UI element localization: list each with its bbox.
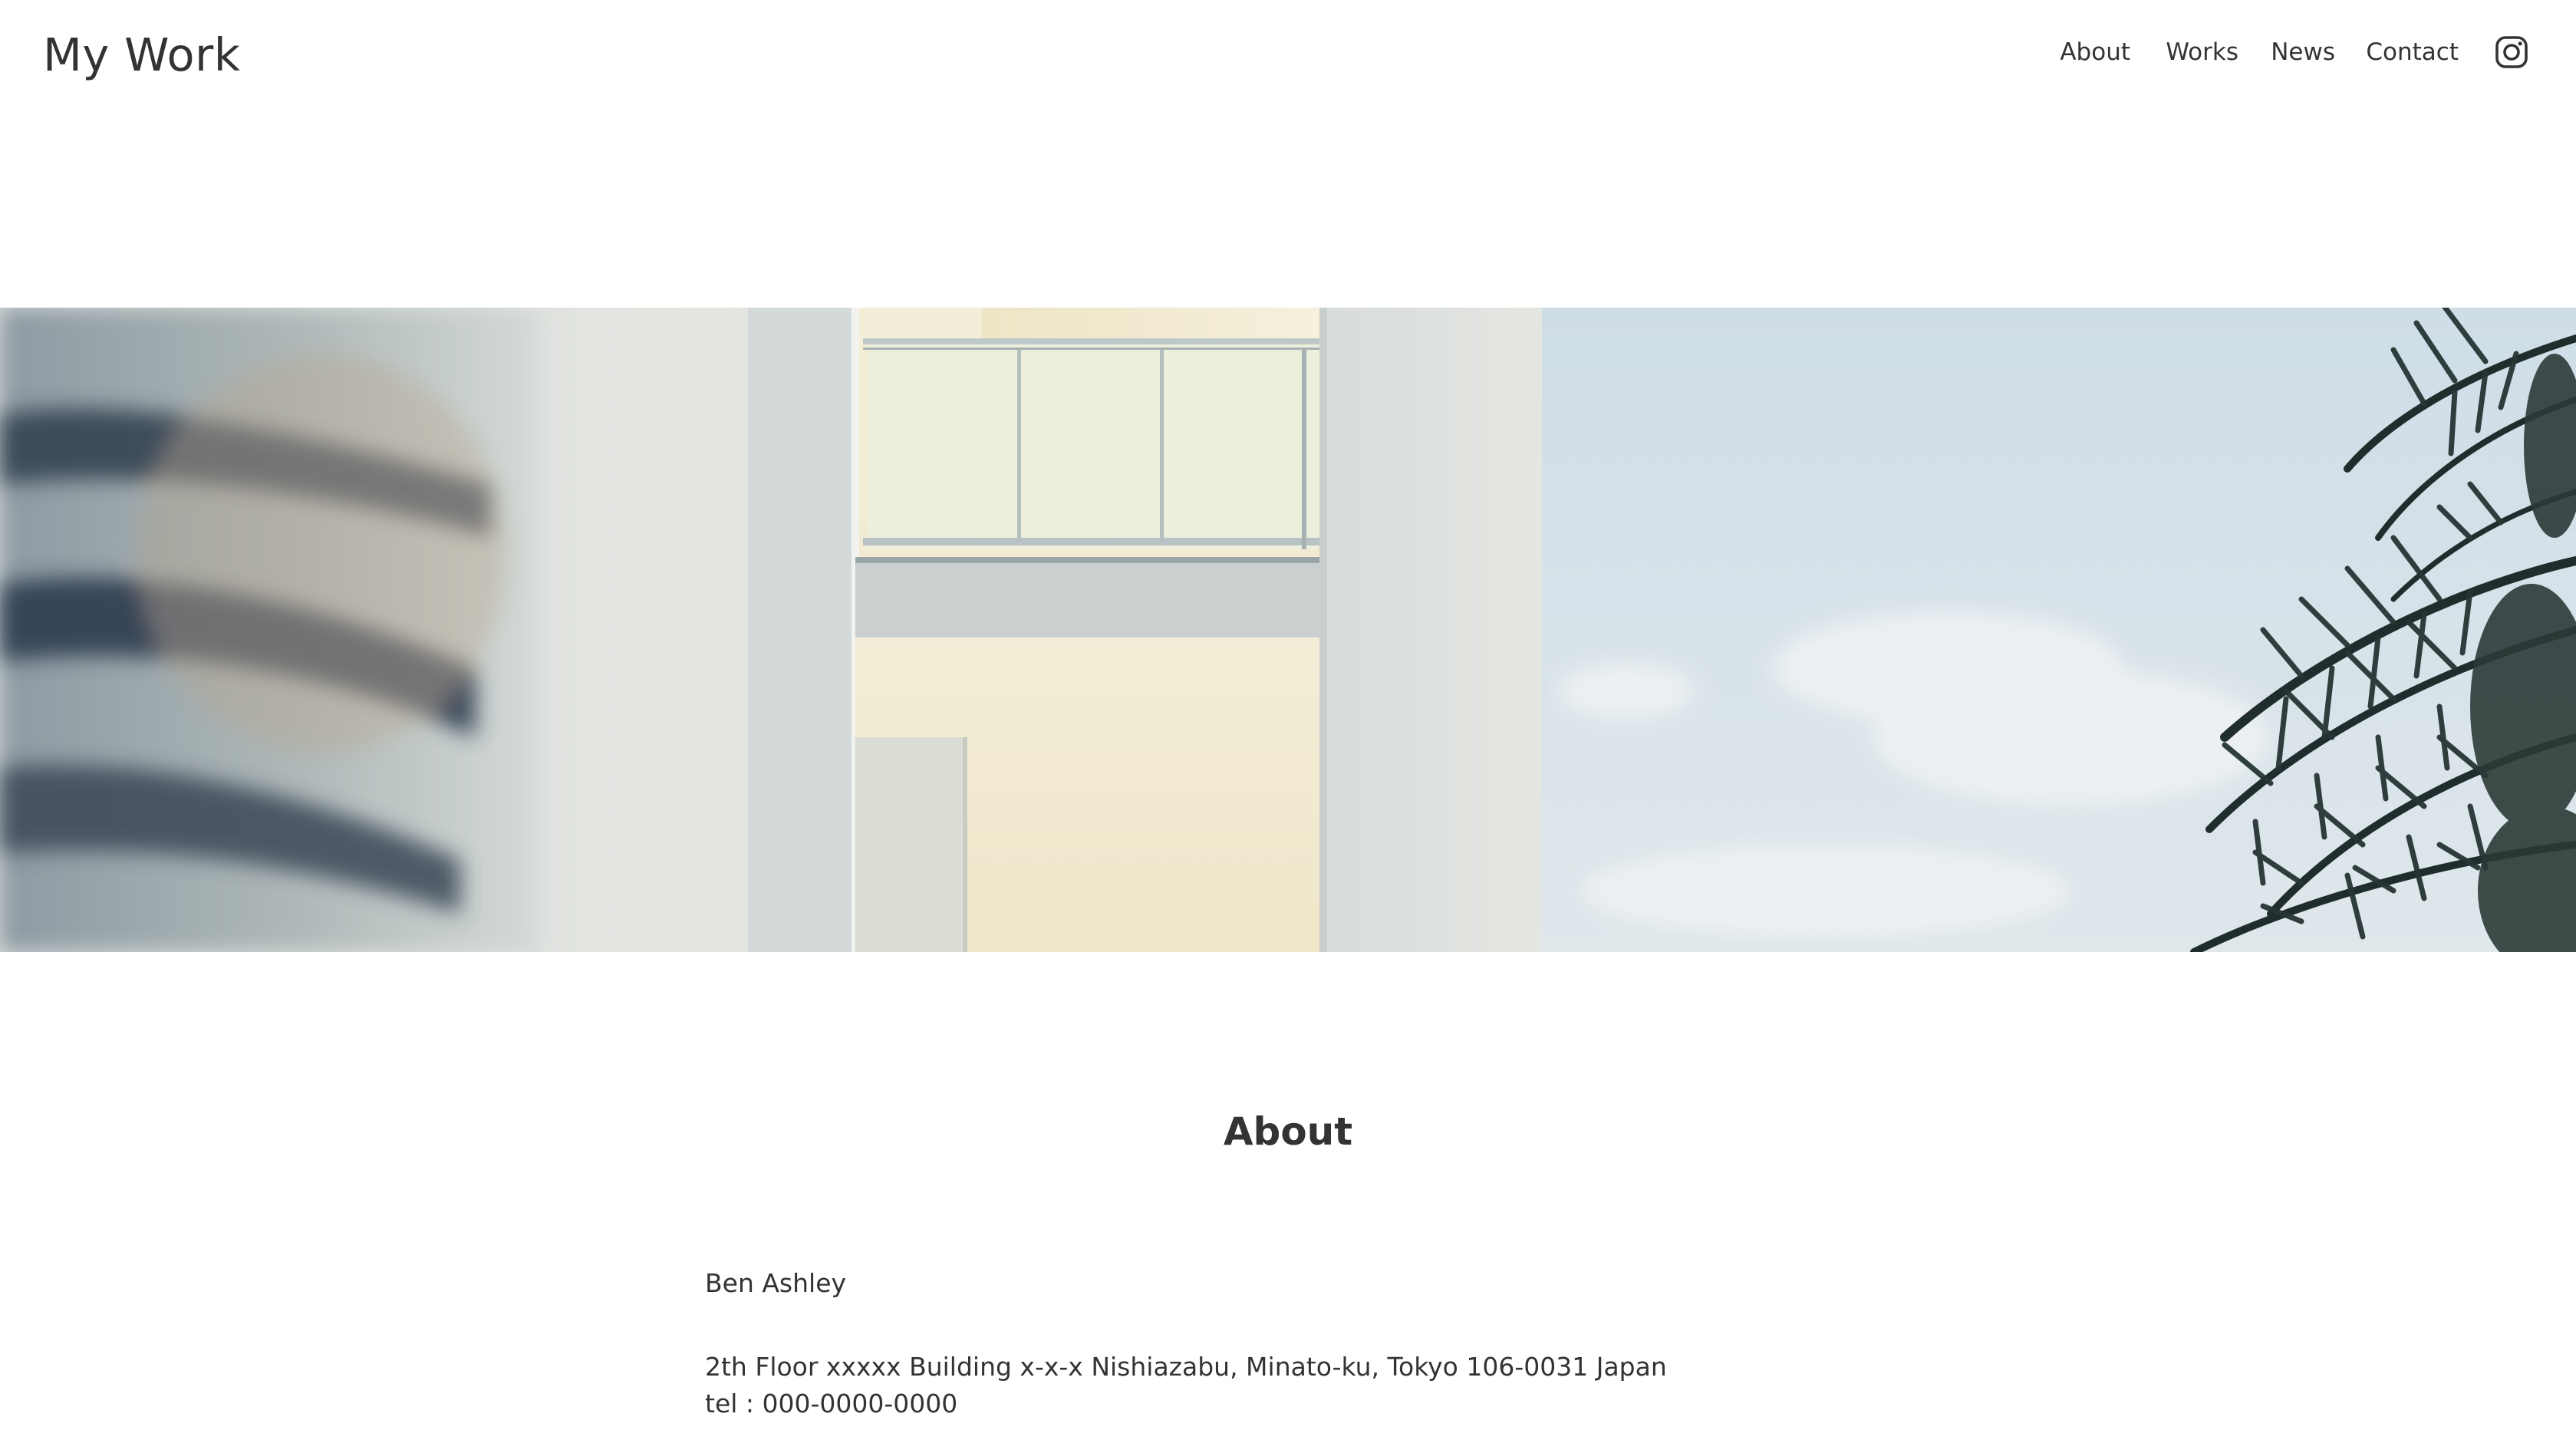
nav-link-about[interactable]: About xyxy=(2060,31,2130,74)
about-address: 2th Floor xxxxx Building x-x-x Nishiazab… xyxy=(705,1352,1667,1382)
instagram-link[interactable] xyxy=(2494,35,2529,70)
hero-image xyxy=(0,308,2576,952)
about-tel: tel : 000-0000-0000 xyxy=(705,1389,958,1418)
nav-link-works[interactable]: Works xyxy=(2166,31,2238,74)
nav-link-contact[interactable]: Contact xyxy=(2366,31,2459,74)
page: My Work About Works News Contact About B… xyxy=(0,0,2576,1430)
about-name: Ben Ashley xyxy=(705,1268,847,1298)
site-logo[interactable]: My Work xyxy=(43,23,240,87)
global-nav: About Works News Contact xyxy=(1886,31,2576,74)
about-body: Ben Ashley 2th Floor xxxxx Building x-x-… xyxy=(705,1266,1932,1422)
about-heading: About xyxy=(1223,1109,1353,1154)
instagram-icon xyxy=(2495,36,2528,68)
nav-link-news[interactable]: News xyxy=(2271,31,2335,74)
hero-photo xyxy=(0,308,2576,952)
